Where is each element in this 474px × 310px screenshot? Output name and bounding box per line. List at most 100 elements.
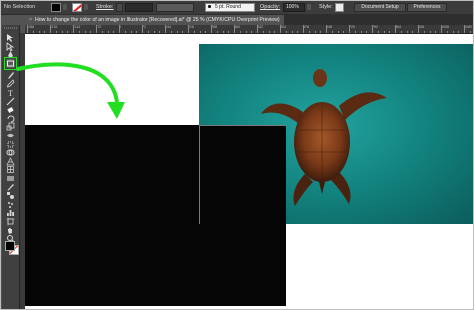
ruler-tick [285, 31, 287, 33]
ruler-tick [280, 25, 281, 33]
ruler-tick [90, 31, 92, 33]
ruler-tick [308, 31, 310, 33]
ruler-tick [188, 25, 189, 33]
ruler-tick [377, 31, 379, 33]
ruler-tick [406, 31, 408, 33]
graphic-style-swatch[interactable] [335, 3, 344, 12]
ruler-tick [113, 31, 115, 33]
ruler-tick [469, 31, 471, 33]
ruler-tick [326, 25, 327, 33]
ruler-label: -288 [27, 25, 35, 29]
ruler-tick [147, 31, 149, 33]
stroke-swatch[interactable] [72, 3, 82, 12]
document-title: How to change the color of an image in I… [35, 17, 280, 23]
document-tab-bar: × How to change the color of an image in … [25, 14, 473, 25]
ruler-tick [239, 31, 241, 33]
ruler-tick [383, 31, 385, 33]
ruler-tick [423, 31, 425, 33]
ruler-tick [251, 31, 253, 33]
stroke-label[interactable]: Stroke: [96, 3, 113, 12]
ruler-tick [303, 25, 304, 33]
ruler-tick [27, 25, 28, 33]
ruler-tick [38, 31, 40, 33]
ruler-tick [182, 31, 184, 33]
ruler-tick [446, 31, 448, 33]
opacity-dropdown-icon[interactable] [307, 4, 311, 10]
ruler-tick [153, 31, 155, 33]
ruler-tick [435, 31, 437, 33]
style-label: Style: [319, 4, 333, 10]
document-setup-button[interactable]: Document Setup [354, 3, 406, 12]
stroke-weight-stepper[interactable] [116, 3, 123, 12]
ruler-label: 1008 [441, 25, 449, 29]
rectangle-tool-icon[interactable] [4, 56, 17, 70]
brush-dot-icon [208, 5, 211, 9]
ruler-tick [314, 31, 316, 33]
ruler-label: -144 [73, 25, 81, 29]
ruler-tick [211, 25, 212, 33]
illustrator-window: No Selection Stroke: 5 pt. Round Opacity… [0, 0, 474, 310]
ruler-tick [193, 31, 195, 33]
ruler-tick [119, 25, 120, 33]
ruler-tick [78, 31, 80, 33]
ruler-tick [216, 31, 218, 33]
stroke-dropdown-icon[interactable] [84, 4, 88, 10]
ruler-tick [50, 25, 51, 33]
ruler-tick [441, 25, 442, 33]
ruler-tick [331, 31, 333, 33]
ruler-tick [343, 31, 345, 33]
fill-swatch[interactable] [51, 3, 61, 12]
ruler-tick [464, 25, 465, 33]
ruler-tick [228, 31, 230, 33]
ruler-tick [400, 31, 402, 33]
ruler-tick [360, 31, 362, 33]
ruler-tick [165, 25, 166, 33]
ruler-tick [159, 31, 161, 33]
fill-color-box[interactable] [5, 241, 15, 251]
ruler-tick [170, 31, 172, 33]
ruler-tick [412, 31, 414, 33]
ruler-tick [418, 25, 419, 33]
ruler-label: 1080 [464, 25, 472, 29]
ruler-tick [101, 31, 103, 33]
opacity-field[interactable]: 100% [283, 3, 305, 12]
horizontal-ruler[interactable]: -288 -216 -144 -72 0 72 144 216 288 360 432 504 576 6… [25, 25, 473, 34]
ruler-tick [354, 31, 356, 33]
tools-panel: T [2, 25, 20, 309]
ruler-tick [199, 31, 201, 33]
ruler-tick [136, 31, 138, 33]
ruler-tick [107, 31, 109, 33]
ruler-tick [32, 31, 34, 33]
ruler-tick [274, 31, 276, 33]
variable-width-profile[interactable] [156, 3, 194, 12]
document-tab[interactable]: × How to change the color of an image in … [25, 15, 284, 25]
stroke-weight-field[interactable] [125, 3, 153, 12]
ruler-tick [142, 25, 143, 33]
preferences-button[interactable]: Preferences [407, 3, 447, 12]
ruler-tick [205, 31, 207, 33]
ruler-tick [429, 31, 431, 33]
ruler-tick [176, 31, 178, 33]
ruler-tick [234, 25, 235, 33]
brush-definition-dropdown[interactable]: 5 pt. Round [205, 3, 255, 12]
ruler-tick [268, 31, 270, 33]
ruler-tick [395, 25, 396, 33]
ruler-label: -216 [50, 25, 58, 29]
ruler-tick [458, 31, 460, 33]
ruler-tick [291, 31, 293, 33]
ruler-tick [262, 31, 264, 33]
close-tab-icon[interactable]: × [29, 17, 32, 23]
control-bar: No Selection Stroke: 5 pt. Round Opacity… [1, 1, 473, 15]
fill-dropdown-icon[interactable] [63, 4, 67, 10]
ruler-tick [257, 25, 258, 33]
panel-grip[interactable] [4, 27, 17, 29]
ruler-tick [452, 31, 454, 33]
opacity-label[interactable]: Opacity: [260, 3, 280, 12]
ruler-tick [130, 31, 132, 33]
ruler-tick [297, 31, 299, 33]
artboard-canvas[interactable] [25, 34, 473, 309]
selection-status: No Selection [4, 4, 36, 10]
ruler-tick [349, 25, 350, 33]
ruler-tick [73, 25, 74, 33]
black-rectangle-shape[interactable] [25, 125, 286, 306]
